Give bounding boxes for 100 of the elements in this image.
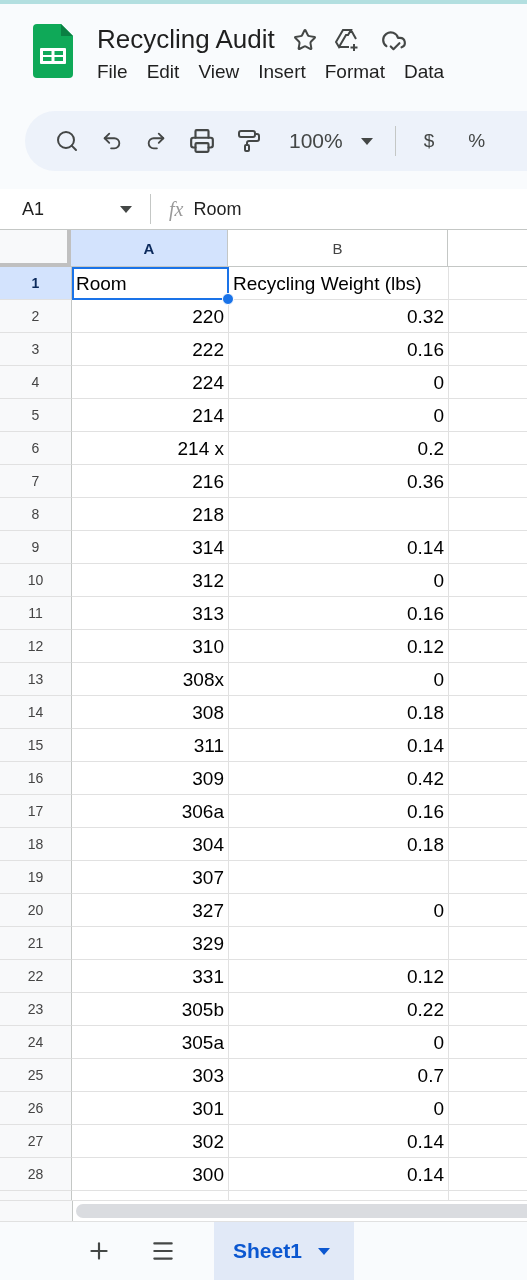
row-header[interactable]: 24 bbox=[0, 1026, 72, 1059]
paint-roller-icon[interactable] bbox=[237, 129, 261, 153]
table-cell: 0.16 bbox=[229, 597, 449, 630]
table-cell: 314 bbox=[72, 531, 229, 564]
table-cell: 0.14 bbox=[229, 1125, 449, 1158]
table-cell: 305b bbox=[72, 993, 229, 1026]
table-cell: 303 bbox=[72, 1059, 229, 1092]
row-header[interactable]: 15 bbox=[0, 729, 72, 762]
caret-icon bbox=[120, 205, 132, 213]
row-header[interactable]: 12 bbox=[0, 630, 72, 663]
table-cell: 0 bbox=[229, 894, 449, 927]
table-cell: 0.12 bbox=[229, 630, 449, 663]
row-header[interactable]: 11 bbox=[0, 597, 72, 630]
menu-item[interactable]: Edit bbox=[146, 61, 180, 83]
sheet-tab[interactable]: Sheet1 bbox=[214, 1222, 354, 1280]
table-cell: 216 bbox=[72, 465, 229, 498]
row-header[interactable]: 2 bbox=[0, 300, 72, 333]
table-cell: 0.18 bbox=[229, 828, 449, 861]
table-cell: Recycling Weight (lbs) bbox=[229, 267, 449, 300]
column-header[interactable]: B bbox=[228, 230, 448, 267]
row-header[interactable]: 18 bbox=[0, 828, 72, 861]
caret-icon bbox=[360, 137, 373, 145]
formula-field[interactable]: Room bbox=[193, 198, 242, 220]
table-cell: 307 bbox=[72, 861, 229, 894]
redo-icon[interactable] bbox=[145, 130, 167, 152]
table-cell: 306a bbox=[72, 795, 229, 828]
table-cell: 310 bbox=[72, 630, 229, 663]
table-cell: 0.12 bbox=[229, 960, 449, 993]
format-button[interactable]: $ bbox=[417, 130, 441, 152]
fill-handle[interactable] bbox=[222, 293, 234, 305]
scrollbar-thumb[interactable] bbox=[76, 1204, 527, 1218]
table-cell: 311 bbox=[72, 729, 229, 762]
cell-reference: A1 bbox=[22, 198, 45, 220]
name-box[interactable]: A1 bbox=[0, 198, 150, 220]
table-cell: 224 bbox=[72, 366, 229, 399]
menu-item[interactable]: View bbox=[198, 61, 240, 83]
row-header[interactable]: 23 bbox=[0, 993, 72, 1026]
row-header[interactable]: 14 bbox=[0, 696, 72, 729]
menu-item[interactable]: Insert bbox=[258, 61, 306, 83]
search-icon[interactable] bbox=[55, 129, 79, 153]
table-cell: 309 bbox=[72, 762, 229, 795]
row-header[interactable]: 20 bbox=[0, 894, 72, 927]
table-cell: 305a bbox=[72, 1026, 229, 1059]
table-cell: 0.14 bbox=[229, 531, 449, 564]
row-header[interactable]: 1 bbox=[0, 267, 72, 300]
row-header[interactable]: 22 bbox=[0, 960, 72, 993]
star-icon[interactable] bbox=[292, 27, 317, 52]
table-cell: 327 bbox=[72, 894, 229, 927]
column-header[interactable]: A bbox=[71, 230, 228, 267]
format-button[interactable]: % bbox=[462, 130, 492, 152]
table-cell: 302 bbox=[72, 1125, 229, 1158]
row-header[interactable]: 4 bbox=[0, 366, 72, 399]
zoom-dropdown[interactable]: 100% bbox=[289, 129, 373, 153]
row-header[interactable]: 27 bbox=[0, 1125, 72, 1158]
table-cell: 0.2 bbox=[229, 432, 449, 465]
table-cell: 214 bbox=[72, 399, 229, 432]
row-header[interactable]: 19 bbox=[0, 861, 72, 894]
row-header[interactable]: 25 bbox=[0, 1059, 72, 1092]
menu-item[interactable]: File bbox=[97, 61, 128, 83]
table-cell: 0 bbox=[229, 399, 449, 432]
spreadsheet-logo[interactable] bbox=[33, 24, 73, 78]
table-cell: 222 bbox=[72, 333, 229, 366]
table-cell: 308 bbox=[72, 696, 229, 729]
row-header[interactable]: 28 bbox=[0, 1158, 72, 1191]
row-header[interactable]: 21 bbox=[0, 927, 72, 960]
table-cell: 0.7 bbox=[229, 1059, 449, 1092]
row-header[interactable]: 5 bbox=[0, 399, 72, 432]
row-header[interactable]: 13 bbox=[0, 663, 72, 696]
row-header[interactable]: 7 bbox=[0, 465, 72, 498]
table-cell: 308x bbox=[72, 663, 229, 696]
row-header[interactable]: 9 bbox=[0, 531, 72, 564]
row-header[interactable]: 10 bbox=[0, 564, 72, 597]
row-header[interactable]: 8 bbox=[0, 498, 72, 531]
row-header[interactable]: 17 bbox=[0, 795, 72, 828]
table-cell: 214 x bbox=[72, 432, 229, 465]
table-cell: 0.16 bbox=[229, 333, 449, 366]
function-icon: fx bbox=[169, 197, 184, 221]
table-cell: 0 bbox=[229, 1026, 449, 1059]
table-cell: 301 bbox=[72, 1092, 229, 1125]
menu-item[interactable]: Data bbox=[403, 61, 445, 83]
table-cell: 331 bbox=[72, 960, 229, 993]
row-header[interactable]: 3 bbox=[0, 333, 72, 366]
table-cell: 0.32 bbox=[229, 300, 449, 333]
table-cell: 0.14 bbox=[229, 729, 449, 762]
table-cell: 0.42 bbox=[229, 762, 449, 795]
menu-item[interactable]: Format bbox=[324, 61, 385, 83]
row-header[interactable]: 16 bbox=[0, 762, 72, 795]
undo-icon[interactable] bbox=[101, 130, 123, 152]
row-header[interactable]: 6 bbox=[0, 432, 72, 465]
table-cell: 0.16 bbox=[229, 795, 449, 828]
table-cell: 0 bbox=[229, 366, 449, 399]
row-header[interactable]: 26 bbox=[0, 1092, 72, 1125]
table-cell: 304 bbox=[72, 828, 229, 861]
table-cell: 313 bbox=[72, 597, 229, 630]
table-cell: 329 bbox=[72, 927, 229, 960]
table-cell: 220 bbox=[72, 300, 229, 333]
print-icon[interactable] bbox=[189, 128, 215, 154]
table-cell: 0.14 bbox=[229, 1158, 449, 1191]
table-cell: 300 bbox=[72, 1158, 229, 1191]
document-title[interactable]: Recycling Audit bbox=[97, 24, 275, 55]
